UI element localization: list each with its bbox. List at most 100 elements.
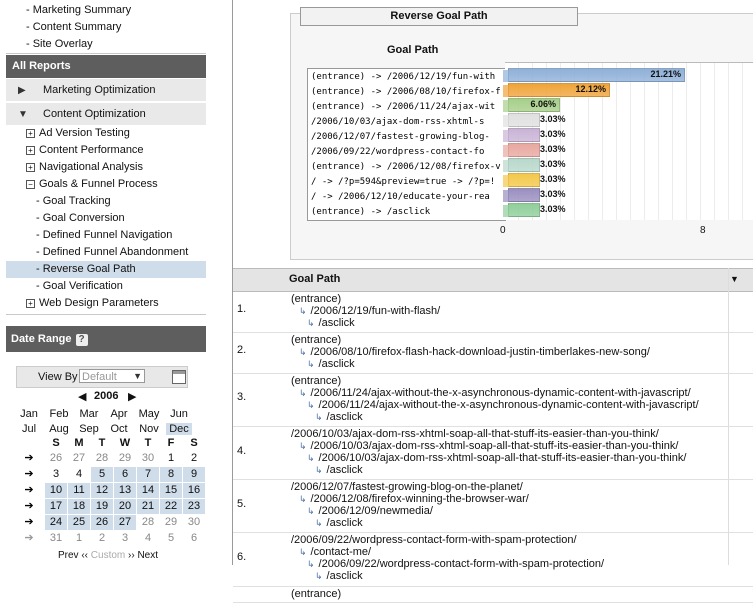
view-by-select[interactable]: Default ▼ (79, 369, 145, 383)
month-jan[interactable]: Jan (16, 408, 42, 420)
calendar-day[interactable]: 30 (137, 451, 159, 466)
calendar-day[interactable]: 2 (91, 531, 113, 546)
calendar-day[interactable]: 7 (137, 467, 159, 482)
help-icon[interactable]: ? (75, 334, 88, 346)
calendar-day[interactable]: 8 (160, 467, 182, 482)
calendar-day[interactable]: 4 (68, 467, 90, 482)
calendar-day[interactable]: 24 (45, 515, 67, 530)
calendar-day[interactable]: 16 (183, 483, 205, 498)
tree-item-web-design[interactable]: + Web Design Parameters (26, 295, 159, 312)
calendar-day[interactable]: 25 (68, 515, 90, 530)
month-feb[interactable]: Feb (46, 408, 72, 420)
calendar-day[interactable]: 1 (160, 451, 182, 466)
calendar-day[interactable]: 6 (183, 531, 205, 546)
calendar-day[interactable]: 26 (45, 451, 67, 466)
calendar-day[interactable]: 15 (160, 483, 182, 498)
calendar-day[interactable]: 31 (45, 531, 67, 546)
sub-item[interactable]: - Defined Funnel Navigation (36, 227, 206, 244)
calendar-day[interactable]: 1 (68, 531, 90, 546)
sub-item[interactable]: - Reverse Goal Path (6, 261, 206, 278)
sidebar-link[interactable]: - Marketing Summary (26, 4, 131, 16)
collapse-icon[interactable]: − (26, 180, 35, 189)
calendar-day[interactable]: 27 (68, 451, 90, 466)
month-may[interactable]: May (136, 408, 162, 420)
calendar-day[interactable]: 18 (68, 499, 90, 514)
prev-link[interactable]: Prev (58, 550, 79, 561)
prev-arrow-icon[interactable]: ‹‹ (79, 550, 91, 561)
sub-item[interactable]: - Goal Conversion (36, 210, 206, 227)
step-arrow-icon: ↳ (307, 506, 315, 517)
calendar-day[interactable]: 13 (114, 483, 136, 498)
month-mar[interactable]: Mar (76, 408, 102, 420)
calendar-day[interactable]: 20 (114, 499, 136, 514)
expand-icon[interactable]: + (26, 163, 35, 172)
month-jul[interactable]: Jul (16, 423, 42, 435)
calendar-day[interactable]: 27 (114, 515, 136, 530)
calendar-day[interactable]: 29 (160, 515, 182, 530)
year-next-icon[interactable]: ▶ (128, 390, 136, 403)
calendar-day[interactable]: 26 (91, 515, 113, 530)
calendar-day[interactable]: 4 (137, 531, 159, 546)
month-jun[interactable]: Jun (166, 408, 192, 420)
sort-dropdown-icon[interactable]: ▼ (730, 274, 739, 284)
sidebar-section-marketing[interactable]: ▶ Marketing Optimization (6, 79, 206, 102)
month-nov[interactable]: Nov (136, 423, 162, 435)
week-select-arrow[interactable]: ➔ (22, 483, 36, 496)
tree-item[interactable]: + Content Performance (26, 142, 144, 159)
week-select-arrow[interactable]: ➔ (22, 499, 36, 512)
month-sep[interactable]: Sep (76, 423, 102, 435)
calendar-day[interactable]: 23 (183, 499, 205, 514)
calendar-day[interactable]: 3 (45, 467, 67, 482)
calendar-day[interactable]: 2 (183, 451, 205, 466)
month-dec[interactable]: Dec (166, 423, 192, 435)
month-aug[interactable]: Aug (46, 423, 72, 435)
tree-item[interactable]: + Navigational Analysis (26, 159, 143, 176)
next-link[interactable]: Next (137, 550, 158, 561)
calendar-day[interactable]: 11 (68, 483, 90, 498)
tree-item[interactable]: + Ad Version Testing (26, 125, 130, 142)
sidebar-link[interactable]: - Content Summary (26, 21, 121, 33)
expand-icon[interactable]: + (26, 129, 35, 138)
bar-value-label: 3.03% (540, 129, 566, 139)
calendar-day[interactable]: 19 (91, 499, 113, 514)
calendar-day[interactable]: 5 (160, 531, 182, 546)
calendar-day[interactable]: 21 (137, 499, 159, 514)
calendar-day[interactable]: 3 (114, 531, 136, 546)
calendar-day[interactable]: 6 (114, 467, 136, 482)
tree-label: Content Performance (39, 144, 144, 156)
week-select-arrow[interactable]: ➔ (22, 451, 36, 464)
week-select-arrow[interactable]: ➔ (22, 531, 36, 544)
week-select-arrow[interactable]: ➔ (22, 515, 36, 528)
year-prev-icon[interactable]: ◀ (78, 390, 86, 403)
bar-side (503, 100, 509, 112)
custom-link[interactable]: Custom (91, 550, 125, 561)
weekday-header: W (119, 437, 131, 449)
calendar-day[interactable]: 9 (183, 467, 205, 482)
next-arrow-icon[interactable]: ›› (125, 550, 137, 561)
month-apr[interactable]: Apr (106, 408, 132, 420)
calendar-day[interactable]: 14 (137, 483, 159, 498)
week-select-arrow[interactable]: ➔ (22, 467, 36, 480)
calendar-day[interactable]: 28 (91, 451, 113, 466)
calendar-day[interactable]: 5 (91, 467, 113, 482)
calendar-day[interactable]: 28 (137, 515, 159, 530)
calendar-day[interactable]: 12 (91, 483, 113, 498)
calendar-icon[interactable] (172, 370, 186, 384)
path-step: /2006/12/07/fastest-growing-blog-on-the-… (291, 481, 523, 493)
calendar-day[interactable]: 17 (45, 499, 67, 514)
tree-item[interactable]: − Goals & Funnel Process (26, 176, 158, 193)
sub-item[interactable]: - Goal Verification (36, 278, 206, 295)
calendar-day[interactable]: 10 (45, 483, 67, 498)
sidebar-link[interactable]: - Site Overlay (26, 38, 93, 50)
path-text: (entrance) (291, 293, 342, 305)
column-header-goal-path[interactable]: Goal Path (289, 273, 340, 285)
sidebar-section-content[interactable]: ▼ Content Optimization (6, 103, 206, 126)
sub-item[interactable]: - Defined Funnel Abandonment (36, 244, 206, 261)
sub-item[interactable]: - Goal Tracking (36, 193, 206, 210)
expand-icon[interactable]: + (26, 146, 35, 155)
calendar-day[interactable]: 30 (183, 515, 205, 530)
expand-icon[interactable]: + (26, 299, 35, 308)
calendar-day[interactable]: 22 (160, 499, 182, 514)
calendar-day[interactable]: 29 (114, 451, 136, 466)
month-oct[interactable]: Oct (106, 423, 132, 435)
